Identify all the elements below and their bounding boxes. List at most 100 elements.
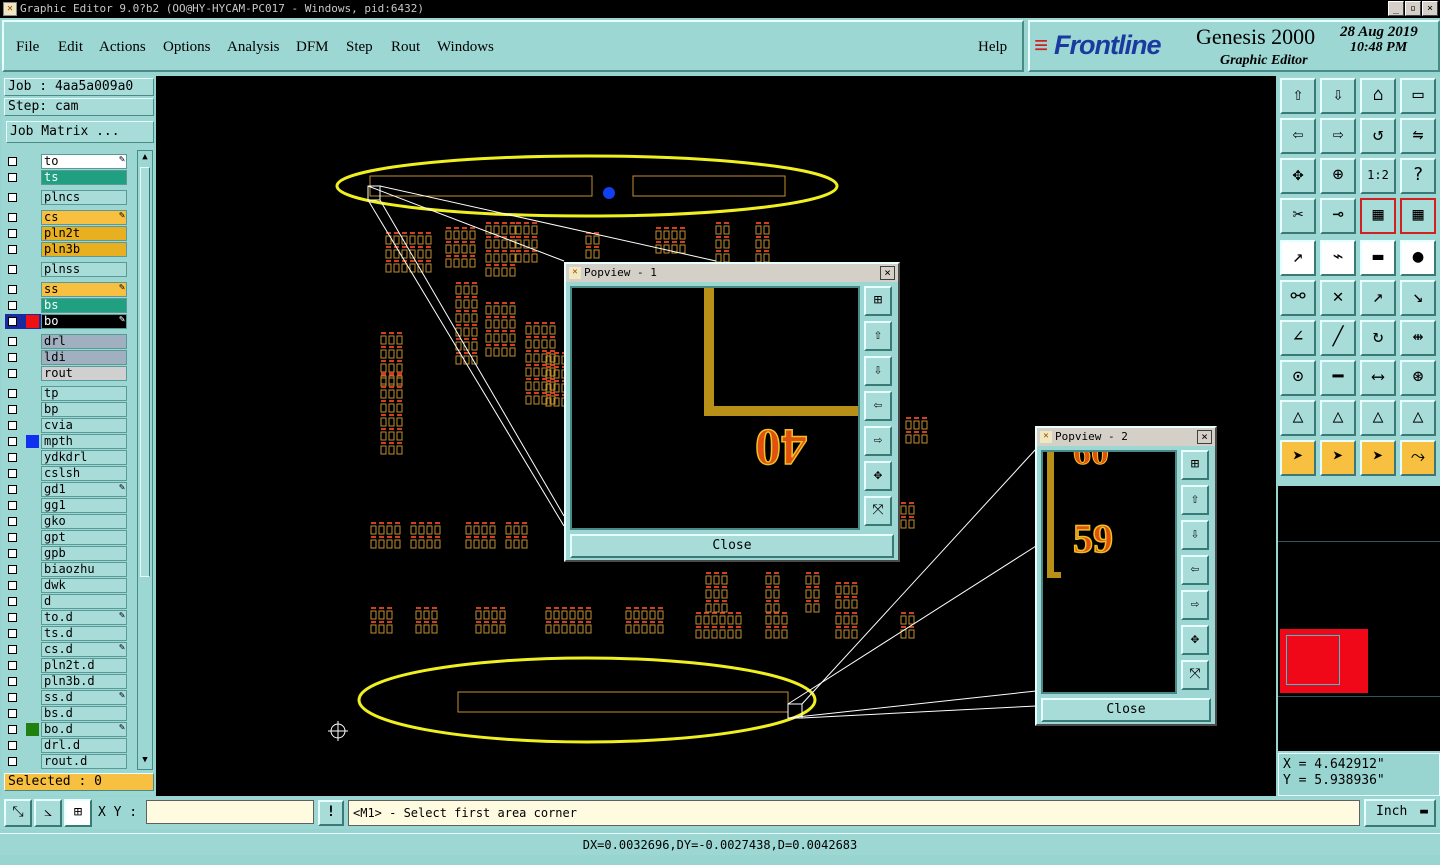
overview-viewport[interactable] — [1286, 635, 1340, 685]
ruler-icon[interactable]: ▬ — [1360, 240, 1396, 276]
layer-name[interactable]: gpb — [41, 546, 127, 561]
move-down-icon[interactable]: ⇩ — [864, 356, 892, 386]
layer-row[interactable]: dwk — [5, 578, 127, 593]
angle-icon[interactable]: ∠ — [1280, 320, 1316, 356]
select-icon[interactable]: ➤ — [1280, 440, 1316, 476]
menu-step[interactable]: Step — [346, 39, 373, 56]
move-up-icon[interactable]: ⇧ — [1181, 485, 1209, 515]
move-down-icon[interactable]: ⇩ — [1181, 520, 1209, 550]
layer-name[interactable]: pln3b — [41, 242, 127, 257]
overview-map[interactable] — [1278, 541, 1440, 751]
menu-analysis[interactable]: Analysis — [227, 39, 280, 56]
layer-row[interactable]: bs.d — [5, 706, 127, 721]
popview-1-close-button[interactable]: Close — [570, 534, 894, 558]
popview-2-close-button[interactable]: Close — [1041, 698, 1211, 722]
layer-name[interactable]: gd1 — [41, 482, 127, 497]
scroll-down-icon[interactable]: ▼ — [139, 755, 151, 767]
scroll-thumb[interactable] — [140, 167, 150, 577]
menu-options[interactable]: Options — [163, 39, 211, 56]
popview-1-view[interactable]: 40 — [570, 286, 860, 530]
layer-checkbox[interactable] — [8, 405, 17, 414]
layer-row[interactable]: gko — [5, 514, 127, 529]
layer-row[interactable]: pln2t.d — [5, 658, 127, 673]
layer-checkbox[interactable] — [8, 369, 17, 378]
house-icon[interactable]: ⌂ — [1360, 78, 1396, 114]
layer-row[interactable]: cslsh — [5, 466, 127, 481]
shape-icon[interactable]: ⊛ — [1400, 360, 1436, 396]
layer-checkbox[interactable] — [8, 709, 17, 718]
zoom-area-icon[interactable]: ⤡ — [4, 799, 32, 827]
layer-checkbox[interactable] — [8, 533, 17, 542]
layer-checkbox[interactable] — [8, 613, 17, 622]
layer-name[interactable]: plncs — [41, 190, 127, 205]
unit-select[interactable]: Inch ▬ — [1364, 799, 1436, 827]
layer-checkbox[interactable] — [8, 229, 17, 238]
job-matrix-button[interactable]: Job Matrix ... — [6, 121, 154, 143]
stretch-icon[interactable]: ⟷ — [1360, 360, 1396, 396]
layer-name[interactable]: bo — [41, 314, 127, 329]
break-icon[interactable]: ━ — [1320, 360, 1356, 396]
select-box-icon[interactable]: ➤ — [1320, 440, 1356, 476]
layer-checkbox[interactable] — [8, 645, 17, 654]
move-left-icon[interactable]: ⇦ — [864, 391, 892, 421]
menu-edit[interactable]: Edit — [58, 39, 83, 56]
layer-name[interactable]: ts — [41, 170, 127, 185]
layer-name[interactable]: bp — [41, 402, 127, 417]
layer-name[interactable]: gko — [41, 514, 127, 529]
layer-row[interactable]: gpt — [5, 530, 127, 545]
layer-name[interactable]: to.d — [41, 610, 127, 625]
layer-name[interactable]: rout — [41, 366, 127, 381]
layer-checkbox[interactable] — [8, 485, 17, 494]
layer-row[interactable]: to.d ✎ — [5, 610, 127, 625]
layer-name[interactable]: ts.d — [41, 626, 127, 641]
triangle-icon[interactable]: △ — [1280, 400, 1316, 436]
center-icon[interactable]: ⊕ — [1320, 158, 1356, 194]
line-draw-icon[interactable]: ⌁ — [1320, 240, 1356, 276]
flip-icon[interactable]: ⇹ — [1400, 320, 1436, 356]
layer-name[interactable]: bo.d — [41, 722, 127, 737]
layer-checkbox[interactable] — [8, 693, 17, 702]
layer-checkbox[interactable] — [8, 173, 17, 182]
pointer-add-icon[interactable]: ↗ — [1280, 240, 1316, 276]
layer-row[interactable]: pln3b — [5, 242, 127, 257]
mirror-icon[interactable]: ⇋ — [1400, 118, 1436, 154]
layer-checkbox[interactable] — [8, 677, 17, 686]
layer-name[interactable]: pln2t — [41, 226, 127, 241]
menu-file[interactable]: File — [16, 39, 39, 56]
layer-checkbox[interactable] — [8, 565, 17, 574]
move-icon[interactable]: ↗ — [1360, 280, 1396, 316]
menu-dfm[interactable]: DFM — [296, 39, 329, 56]
menu-help[interactable]: Help — [978, 39, 1007, 56]
layer-row[interactable]: drl — [5, 334, 127, 349]
layer-row[interactable]: bp — [5, 402, 127, 417]
layer-checkbox[interactable] — [8, 389, 17, 398]
drag-icon[interactable]: ↘ — [1400, 280, 1436, 316]
menu-rout[interactable]: Rout — [391, 39, 420, 56]
layer-row[interactable]: gpb — [5, 546, 127, 561]
rotate-icon[interactable]: ↺ — [1360, 118, 1396, 154]
arc-icon[interactable]: ↻ — [1360, 320, 1396, 356]
layer-row[interactable]: cs.d ✎ — [5, 642, 127, 657]
triangle-c-icon[interactable]: △ — [1360, 400, 1396, 436]
layer-row[interactable]: rout.d — [5, 754, 127, 769]
maximize-button[interactable]: ▫ — [1405, 1, 1421, 16]
layer-row[interactable]: pln2t — [5, 226, 127, 241]
grid-icon[interactable]: ⊞ — [64, 799, 92, 827]
zoom-in-icon[interactable]: ⊞ — [1181, 450, 1209, 480]
layer-name[interactable]: cslsh — [41, 466, 127, 481]
snap-icon[interactable]: ⊸ — [1320, 198, 1356, 234]
select-net-icon[interactable]: ⤳ — [1400, 440, 1436, 476]
layer-name[interactable]: tp — [41, 386, 127, 401]
minimize-button[interactable]: _ — [1388, 1, 1404, 16]
move-right-icon[interactable]: ⇨ — [1181, 590, 1209, 620]
pad-icon[interactable]: ● — [1400, 240, 1436, 276]
layer-checkbox[interactable] — [8, 581, 17, 590]
layer-name[interactable]: pln3b.d — [41, 674, 127, 689]
zoom-in-icon[interactable]: ⊞ — [864, 286, 892, 316]
layer-name[interactable]: gpt — [41, 530, 127, 545]
layer-scrollbar[interactable]: ▲ ▼ — [137, 150, 153, 770]
xy-input[interactable] — [146, 800, 314, 824]
layer-checkbox[interactable] — [8, 629, 17, 638]
scale-icon[interactable]: 1:2 — [1360, 158, 1396, 194]
layer-row[interactable]: d — [5, 594, 127, 609]
